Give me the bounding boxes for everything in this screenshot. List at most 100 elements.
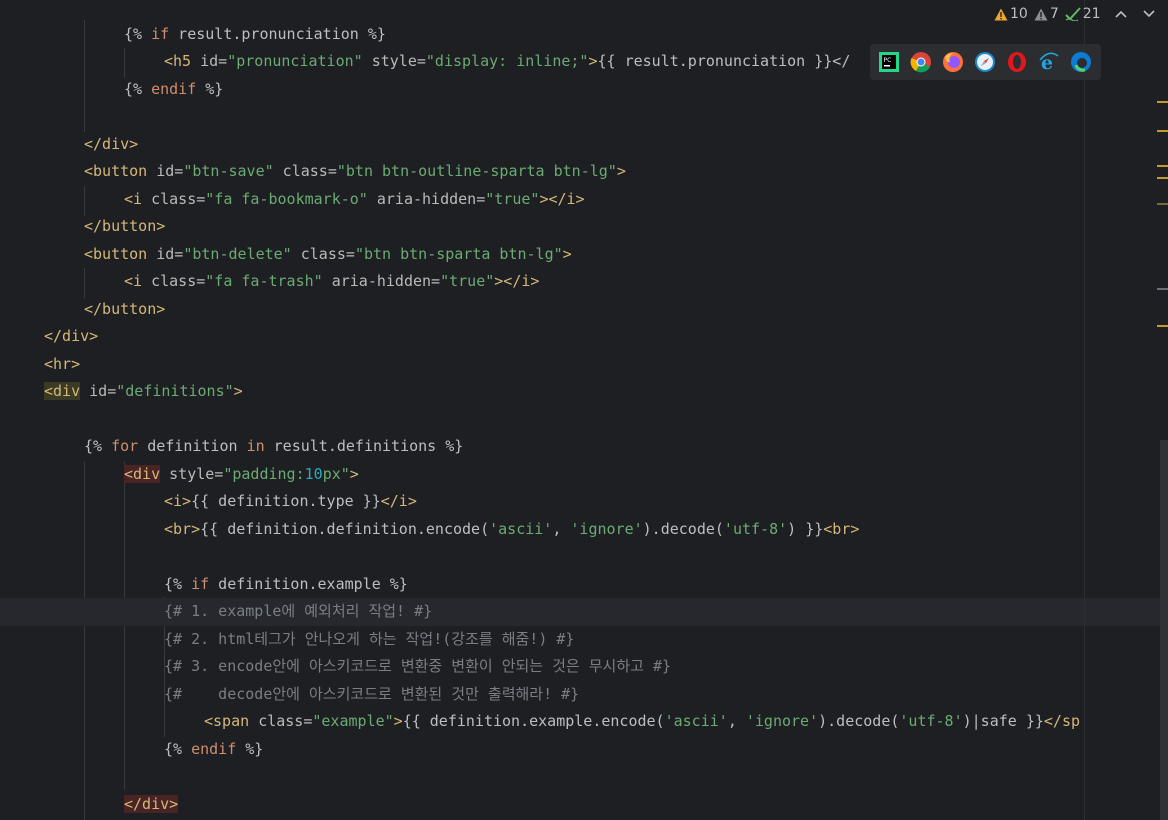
warning-icon — [994, 8, 1008, 20]
code-line[interactable]: <button id="btn-save" class="btn btn-out… — [0, 158, 1168, 186]
code-token: class= — [258, 712, 313, 730]
warning-mark[interactable] — [1157, 325, 1168, 327]
chevron-down-icon[interactable] — [1143, 6, 1155, 22]
code-token: 'ascii' — [489, 519, 553, 538]
code-token: endif — [191, 739, 237, 758]
code-line[interactable]: {# 3. encode안에 아스키코드로 변환중 변환이 안되는 것은 무시하… — [0, 653, 1168, 681]
code-token: </div> — [44, 327, 99, 345]
code-token: {{ definition.type }} — [191, 492, 381, 510]
code-token: , — [727, 712, 746, 730]
code-token: <div — [124, 464, 161, 483]
code-line[interactable]: </div> — [0, 131, 1168, 159]
code-token: , — [552, 519, 571, 538]
code-token: endif — [151, 79, 197, 98]
opera-icon[interactable] — [1004, 49, 1030, 75]
inspections-widget[interactable]: 10 7 21 — [994, 4, 1155, 24]
weak-warnings-indicator[interactable]: 7 — [1034, 6, 1059, 22]
code-line[interactable]: </button> — [0, 296, 1168, 324]
code-token: id= — [156, 162, 184, 180]
code-line[interactable]: <i class="fa fa-bookmark-o" aria-hidden=… — [0, 186, 1168, 214]
code-token: definition.example %} — [209, 574, 408, 593]
code-line[interactable]: {% if definition.example %} — [0, 571, 1168, 599]
typos-indicator[interactable]: 21 — [1065, 6, 1101, 22]
code-token: > — [349, 464, 359, 483]
code-token: <h5 — [164, 52, 201, 70]
code-token: %} — [196, 79, 224, 98]
code-token: class= — [291, 244, 355, 263]
code-line[interactable]: <button id="btn-delete" class="btn btn-s… — [0, 241, 1168, 269]
chrome-icon[interactable] — [908, 49, 934, 75]
code-token: "pronunciation" — [227, 52, 363, 70]
code-token: {{ definition.definition.encode( — [200, 519, 490, 538]
code-token: > — [588, 52, 598, 70]
code-line[interactable]: </div> — [0, 323, 1168, 351]
code-token: "fa fa-trash" — [205, 272, 323, 290]
code-token: 'ignore' — [745, 712, 819, 730]
warning-mark[interactable] — [1157, 130, 1168, 132]
code-token: 'utf-8' — [899, 712, 963, 730]
code-line[interactable]: <div id="definitions"> — [0, 378, 1168, 406]
code-line[interactable]: {# 2. html테그가 안나오게 하는 작업!(강조를 해줌!) #} — [0, 626, 1168, 654]
safari-icon[interactable] — [972, 49, 998, 75]
code-line[interactable]: </div> — [0, 791, 1168, 819]
code-line[interactable]: {# decode안에 아스키코드로 변환된 것만 출력해라! #} — [0, 681, 1168, 709]
warning-mark[interactable] — [1157, 165, 1168, 167]
code-line[interactable]: <div style="padding:10px"> — [0, 461, 1168, 489]
code-token: class= — [273, 162, 337, 180]
code-line[interactable]: <hr> — [0, 351, 1168, 379]
code-token: <i — [124, 272, 152, 290]
code-token: <button — [84, 162, 157, 180]
edge-icon[interactable] — [1068, 49, 1094, 75]
code-token: <button — [84, 244, 157, 263]
code-token: px" — [322, 464, 350, 483]
code-token: "true" — [440, 272, 495, 290]
code-line[interactable]: <br>{{ definition.definition.encode('asc… — [0, 516, 1168, 544]
weak-warnings-count: 7 — [1049, 6, 1059, 22]
code-token: 'utf-8' — [723, 519, 788, 538]
internet-explorer-icon[interactable]: e — [1036, 49, 1062, 75]
code-token: <br> — [164, 519, 201, 538]
warnings-indicator[interactable]: 10 — [994, 6, 1028, 22]
weak-warning-mark[interactable] — [1157, 203, 1168, 205]
warning-mark[interactable] — [1157, 101, 1168, 103]
browser-preview-bar: PC e — [870, 44, 1101, 80]
weak-warning-mark[interactable] — [1157, 288, 1168, 290]
code-token: </i> — [380, 492, 417, 510]
code-token: {% — [164, 574, 192, 593]
code-token: 'ascii' — [664, 712, 728, 730]
code-token: aria-hidden= — [322, 272, 441, 290]
code-token: </sp — [1043, 712, 1081, 730]
pycharm-icon[interactable]: PC — [876, 49, 902, 75]
code-editor[interactable]: {% if result.pronunciation %} <h5 id="pr… — [0, 0, 1168, 820]
code-token: "btn btn-outline-sparta btn-lg" — [336, 162, 617, 180]
code-token: style= — [362, 52, 426, 70]
code-token: )|safe }} — [962, 712, 1044, 730]
code-line-current[interactable]: {# 1. example에 예외처리 작업! #} — [0, 598, 1168, 626]
code-token: {% — [84, 437, 112, 455]
code-token: ).decode( — [642, 519, 724, 538]
code-token: "fa fa-bookmark-o" — [205, 189, 368, 208]
code-token: <span — [204, 712, 259, 730]
code-token: id= — [156, 244, 184, 263]
code-line[interactable]: {% for definition in result.definitions … — [0, 433, 1168, 461]
code-line[interactable]: <i>{{ definition.type }}</i> — [0, 488, 1168, 516]
code-token: id= — [200, 52, 228, 70]
code-line[interactable]: <span class="example">{{ definition.exam… — [0, 708, 1168, 736]
svg-text:PC: PC — [884, 57, 892, 64]
code-token: "true" — [485, 189, 540, 208]
code-token: "example" — [312, 712, 394, 730]
code-token: ></i> — [494, 272, 540, 290]
code-token: {{ definition.example.encode( — [402, 712, 665, 730]
code-token: <div — [44, 382, 81, 400]
firefox-icon[interactable] — [940, 49, 966, 75]
code-line[interactable]: </button> — [0, 213, 1168, 241]
warnings-count: 10 — [1010, 6, 1028, 22]
code-token: id= — [80, 382, 117, 400]
warning-mark[interactable] — [1157, 177, 1168, 179]
code-token: %} — [236, 739, 264, 758]
chevron-up-icon[interactable] — [1115, 6, 1127, 22]
code-line[interactable]: <i class="fa fa-trash" aria-hidden="true… — [0, 268, 1168, 296]
code-line[interactable]: {% endif %} — [0, 736, 1168, 764]
error-stripe[interactable] — [1150, 0, 1168, 820]
code-token: {% — [124, 79, 152, 98]
